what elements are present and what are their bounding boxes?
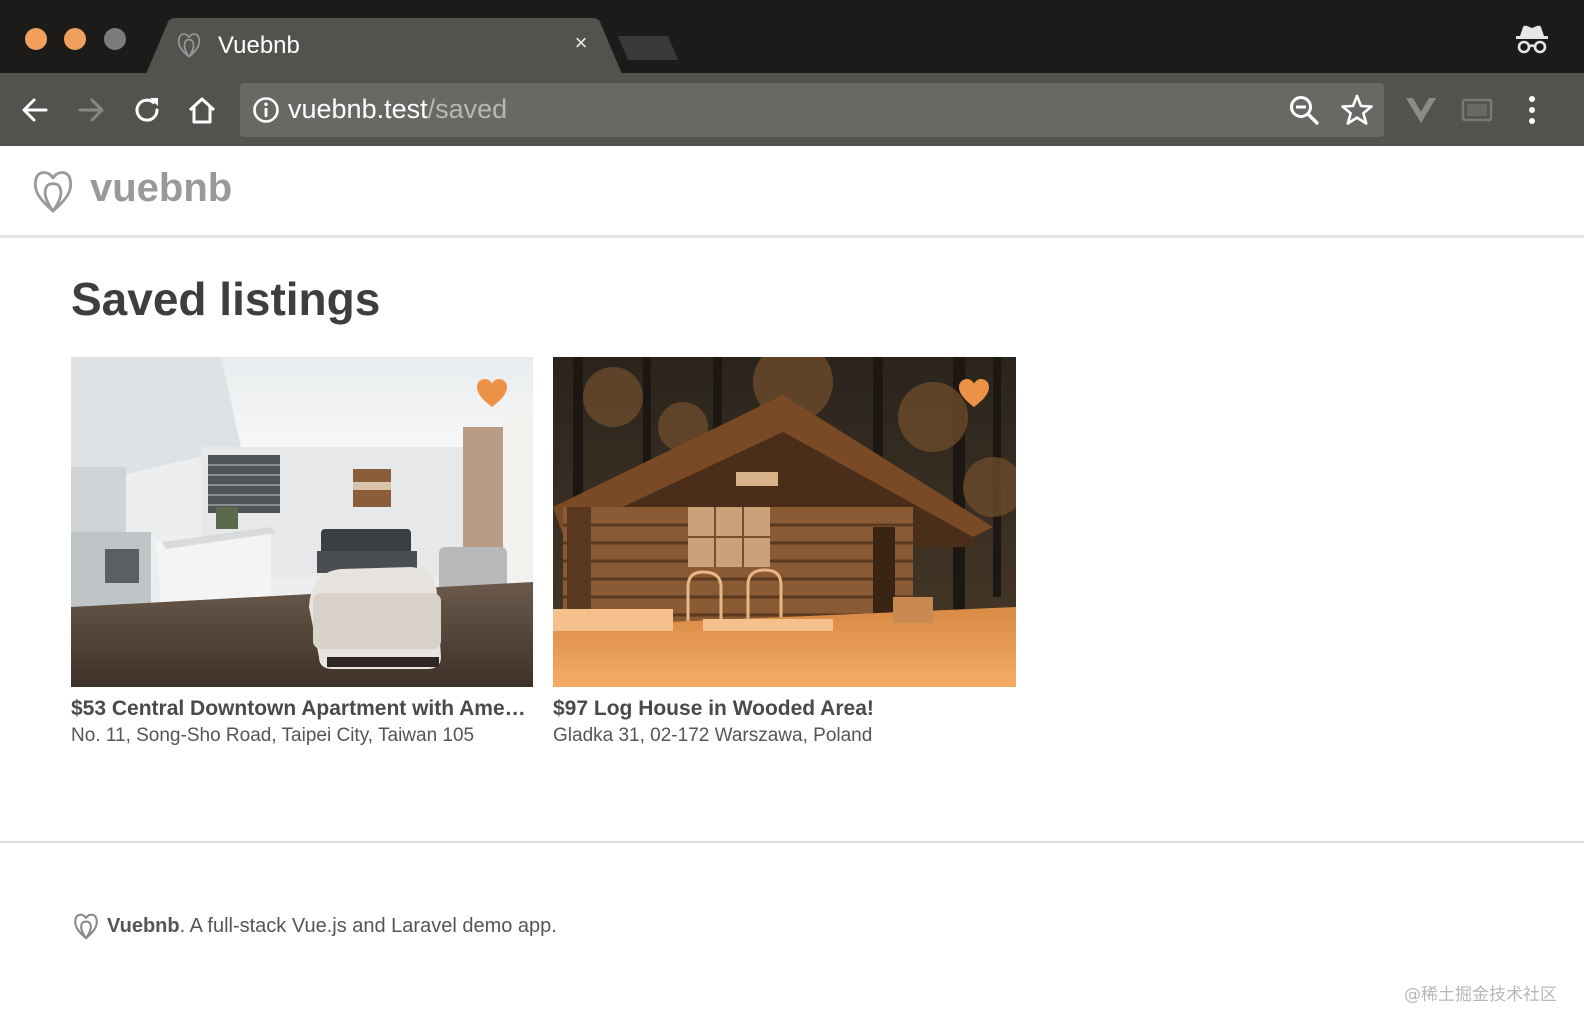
reload-icon bbox=[135, 98, 159, 122]
browser-menu-button[interactable] bbox=[1515, 93, 1549, 127]
listing-image[interactable] bbox=[71, 357, 533, 687]
star-icon[interactable] bbox=[1340, 93, 1374, 127]
browser-tab-active[interactable]: Vuebnb × bbox=[146, 18, 622, 74]
window-maximize-button[interactable] bbox=[104, 28, 126, 50]
tab-title: Vuebnb bbox=[218, 32, 300, 59]
cast-icon bbox=[1461, 98, 1493, 122]
listing-address: No. 11, Song-Sho Road, Taipei City, Taiw… bbox=[71, 725, 475, 746]
app-footer: Vuebnb. A full-stack Vue.js and Laravel … bbox=[0, 841, 1584, 1018]
zoom-out-icon[interactable] bbox=[1288, 94, 1320, 126]
vue-devtools-icon bbox=[1406, 98, 1436, 123]
vuebnb-logo-icon[interactable] bbox=[30, 168, 76, 214]
reload-button[interactable] bbox=[130, 93, 164, 127]
window-minimize-button[interactable] bbox=[64, 28, 86, 50]
window-close-button[interactable] bbox=[25, 28, 47, 50]
vue-devtools-extension-button[interactable] bbox=[1404, 93, 1438, 127]
incognito-icon bbox=[1516, 25, 1548, 54]
footer-text: Vuebnb. A full-stack Vue.js and Laravel … bbox=[107, 915, 557, 938]
back-button[interactable] bbox=[18, 93, 52, 127]
tab-close-icon[interactable]: × bbox=[568, 30, 594, 56]
logo-text[interactable]: vuebnb bbox=[90, 166, 232, 211]
heart-icon[interactable] bbox=[475, 377, 509, 409]
home-button[interactable] bbox=[185, 93, 219, 127]
browser-titlebar: Vuebnb × bbox=[0, 0, 1584, 74]
url-path: /saved bbox=[427, 94, 508, 124]
page-title: Saved listings bbox=[71, 273, 381, 325]
browser-toolbar: vuebnb.test/saved bbox=[0, 73, 1584, 146]
address-bar[interactable]: vuebnb.test/saved bbox=[240, 83, 1384, 137]
new-tab-button[interactable] bbox=[616, 34, 680, 62]
footer-tagline: . A full-stack Vue.js and Laravel demo a… bbox=[179, 915, 557, 937]
vuebnb-logo-icon bbox=[74, 913, 98, 940]
listing-address: Gladka 31, 02-172 Warszawa, Poland bbox=[553, 725, 873, 746]
heart-icon[interactable] bbox=[957, 377, 991, 409]
footer-brand: Vuebnb bbox=[107, 915, 180, 937]
info-icon[interactable] bbox=[252, 96, 280, 124]
back-arrow-icon bbox=[22, 98, 48, 122]
url-host: vuebnb.test bbox=[288, 94, 428, 124]
app-header: vuebnb bbox=[0, 146, 1584, 238]
listing-image[interactable] bbox=[553, 357, 1016, 687]
forward-button[interactable] bbox=[74, 93, 108, 127]
home-icon bbox=[188, 97, 216, 124]
watermark: @稀土掘金技术社区 bbox=[1404, 985, 1557, 1005]
url-text[interactable]: vuebnb.test/saved bbox=[288, 94, 507, 125]
listing-title[interactable]: $97 Log House in Wooded Area! bbox=[553, 697, 1016, 721]
vuebnb-favicon-icon bbox=[177, 33, 201, 58]
listing-title[interactable]: $53 Central Downtown Apartment with Amen… bbox=[71, 697, 533, 721]
cast-button[interactable] bbox=[1460, 93, 1494, 127]
kebab-menu-icon bbox=[1529, 96, 1535, 124]
forward-arrow-icon bbox=[78, 98, 104, 122]
